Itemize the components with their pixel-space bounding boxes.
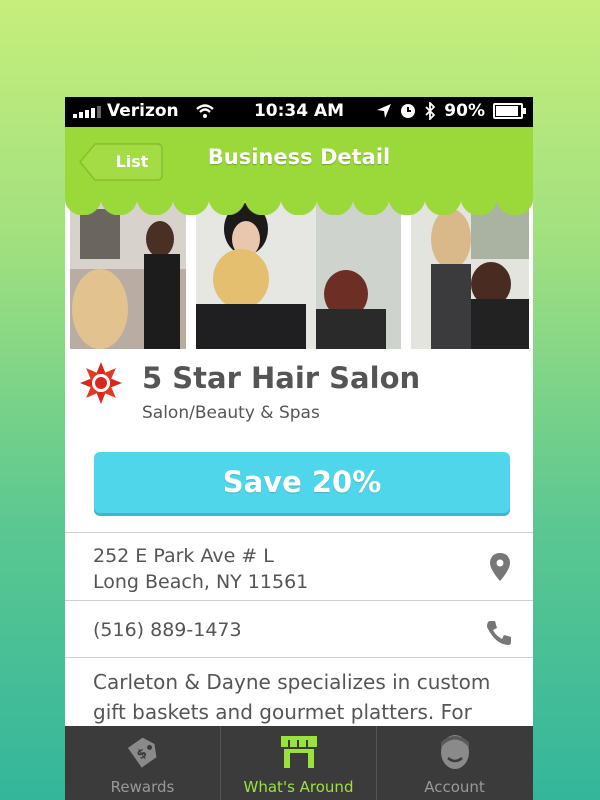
tab-account-label: Account bbox=[424, 778, 485, 796]
business-category: Salon/Beauty & Spas bbox=[142, 403, 320, 423]
salon-photo-3[interactable] bbox=[411, 199, 529, 349]
bluetooth-icon bbox=[425, 102, 436, 120]
address-line-1: 252 E Park Ave # L bbox=[93, 545, 274, 567]
phone-icon[interactable] bbox=[485, 619, 513, 647]
address-line-2: Long Beach, NY 11561 bbox=[93, 571, 309, 593]
page-title: Business Detail bbox=[207, 145, 391, 169]
address-block[interactable]: 252 E Park Ave # L Long Beach, NY 11561 bbox=[93, 543, 308, 595]
phone-number[interactable]: (516) 889-1473 bbox=[93, 619, 242, 641]
storefront-icon bbox=[280, 736, 317, 768]
battery-icon bbox=[493, 103, 526, 119]
map-pin-icon[interactable] bbox=[490, 553, 510, 581]
business-header: 5 Star Hair Salon Salon/Beauty & Spas bbox=[65, 355, 533, 435]
phone-screen: Verizon 10:34 AM 90% List Business Detai… bbox=[65, 97, 533, 800]
divider bbox=[65, 657, 533, 658]
salon-photo-2[interactable] bbox=[196, 199, 401, 349]
status-bar: Verizon 10:34 AM 90% bbox=[65, 97, 533, 127]
photo-gallery[interactable] bbox=[65, 199, 533, 349]
scalloped-divider bbox=[65, 197, 533, 215]
tab-rewards[interactable]: $ Rewards bbox=[65, 726, 220, 800]
tab-whats-around[interactable]: What's Around bbox=[221, 726, 376, 800]
tab-whats-around-label: What's Around bbox=[243, 778, 354, 796]
save-offer-button[interactable]: Save 20% bbox=[94, 452, 510, 513]
business-description: Carleton & Dayne specializes in custom g… bbox=[93, 670, 491, 724]
salon-photo-1[interactable] bbox=[70, 199, 186, 349]
navigation-bar: List Business Detail bbox=[65, 127, 533, 197]
tab-rewards-label: Rewards bbox=[110, 778, 175, 796]
tab-account[interactable]: Account bbox=[377, 726, 532, 800]
divider bbox=[65, 600, 533, 601]
battery-percent: 90% bbox=[444, 101, 485, 121]
divider bbox=[65, 532, 533, 533]
business-logo-icon bbox=[80, 362, 122, 404]
price-tag-icon: $ bbox=[127, 737, 156, 768]
location-arrow-icon bbox=[377, 104, 392, 118]
person-icon bbox=[440, 735, 469, 769]
alarm-clock-icon bbox=[401, 104, 416, 118]
business-name: 5 Star Hair Salon bbox=[142, 361, 421, 395]
tab-bar: $ Rewards What's Around Account bbox=[65, 726, 533, 800]
